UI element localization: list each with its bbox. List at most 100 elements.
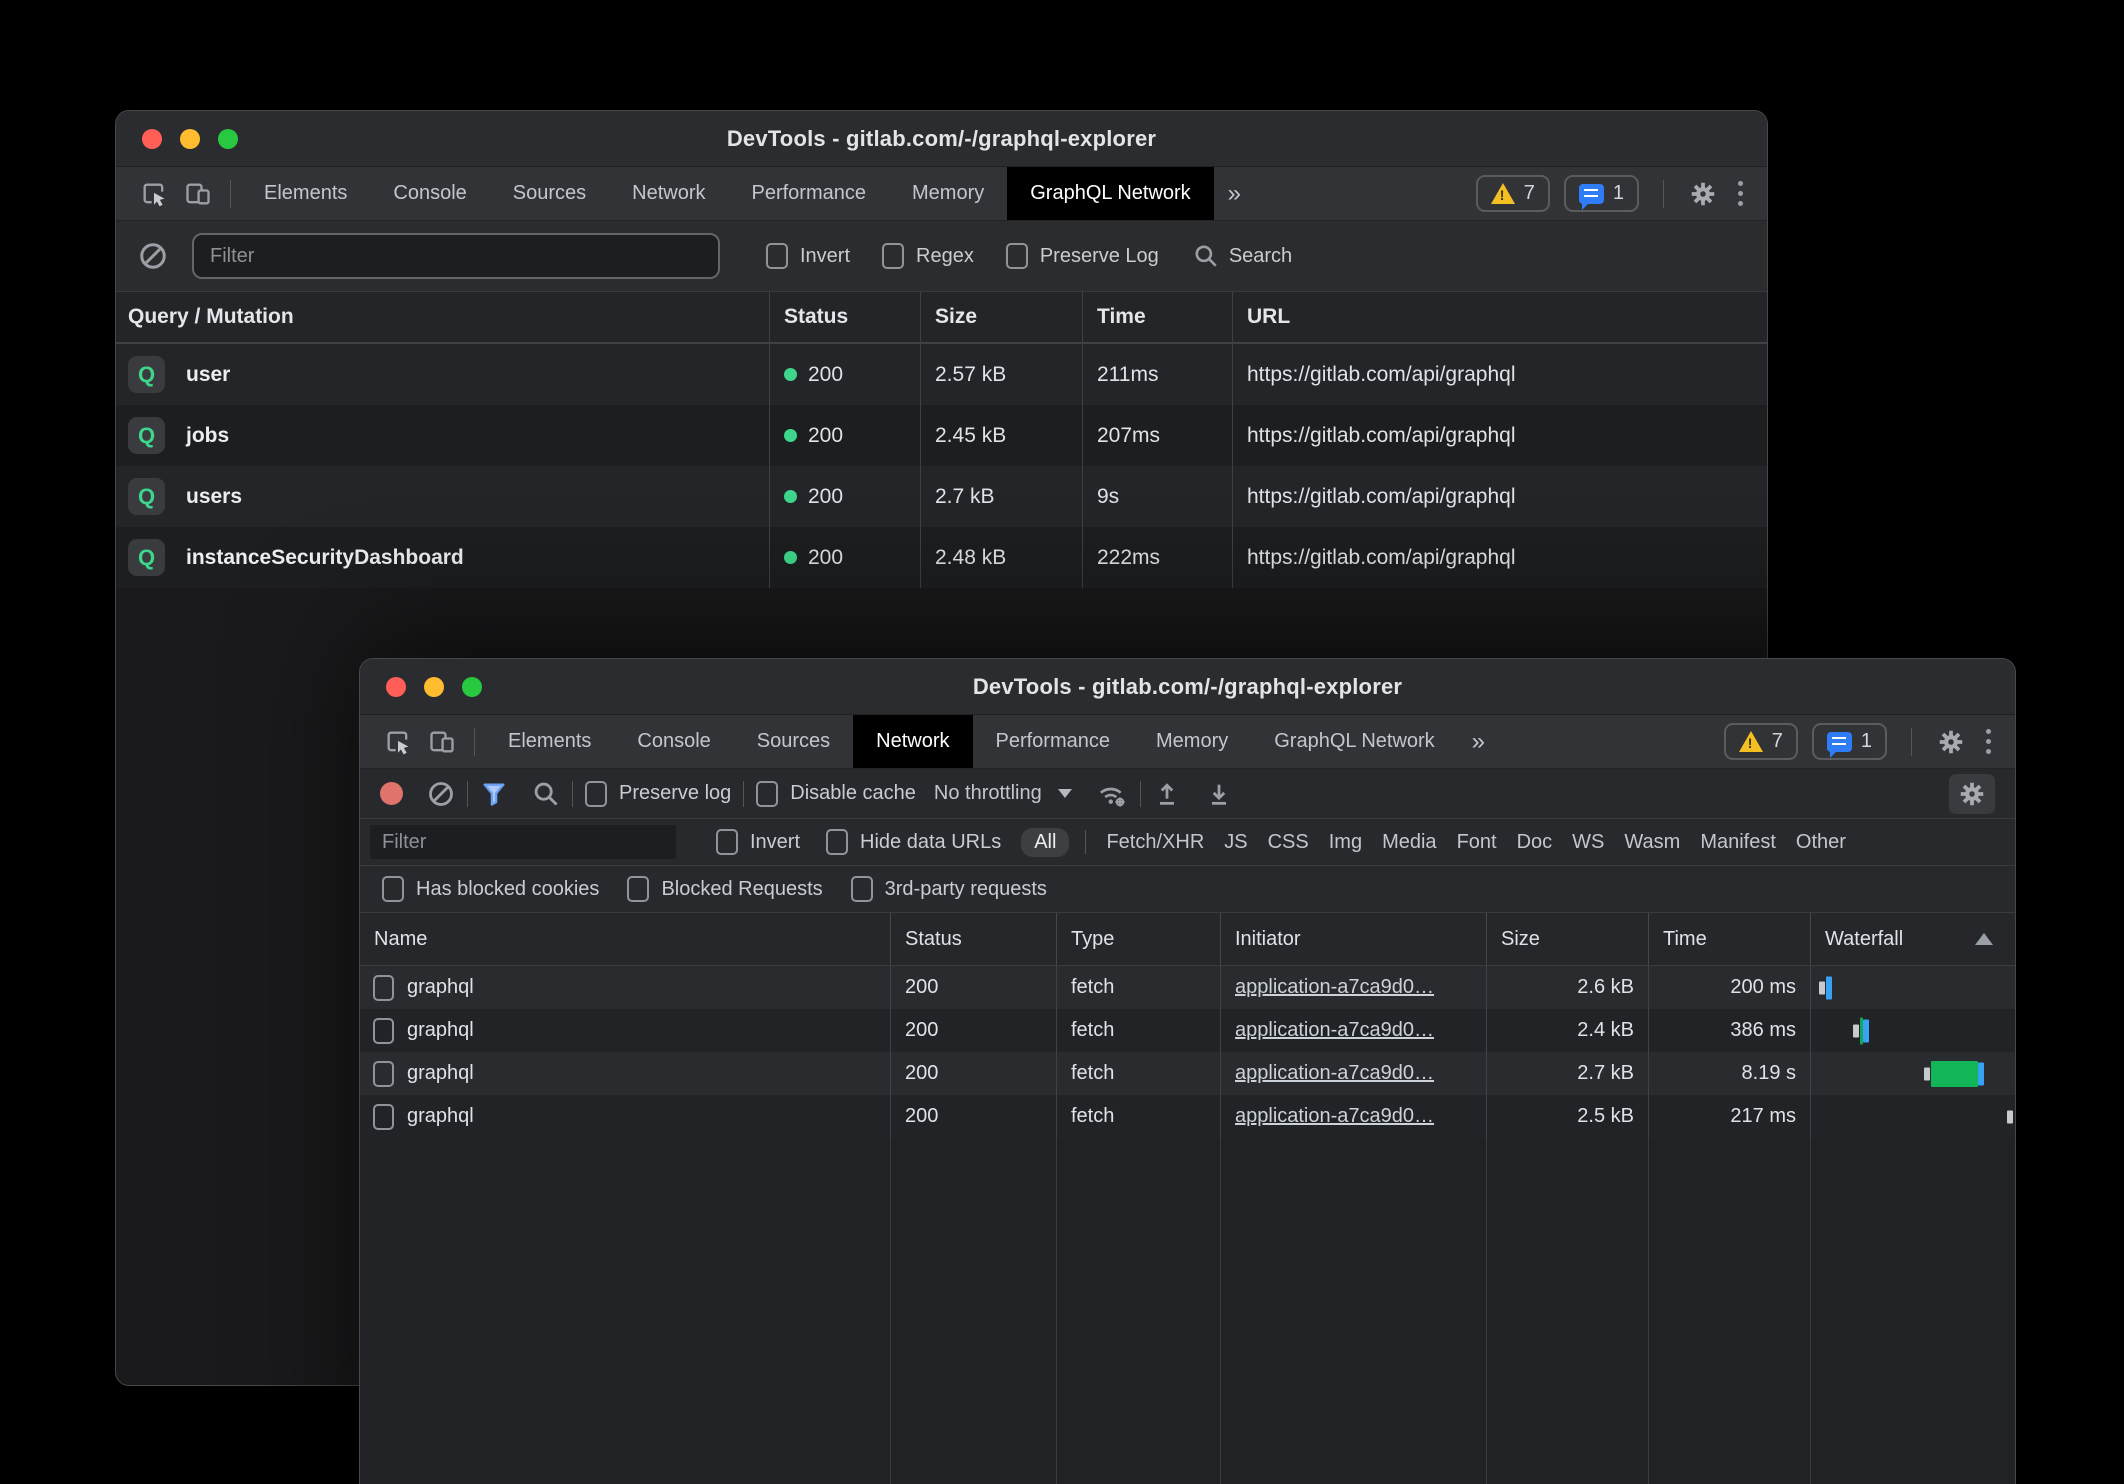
tab-console[interactable]: Console <box>614 715 733 768</box>
close-window-button[interactable] <box>142 129 162 149</box>
minimize-window-button[interactable] <box>180 129 200 149</box>
tab-sources[interactable]: Sources <box>490 167 609 220</box>
hide-data-urls-checkbox[interactable] <box>826 829 848 855</box>
regex-checkbox-group[interactable]: Regex <box>882 243 974 269</box>
third-party-requests-checkbox-group[interactable]: 3rd-party requests <box>851 876 1047 902</box>
titlebar[interactable]: DevTools - gitlab.com/-/graphql-explorer <box>116 111 1767 167</box>
invert-checkbox[interactable] <box>766 243 788 269</box>
column-waterfall[interactable]: Waterfall <box>1811 913 2015 965</box>
row-checkbox[interactable] <box>373 1104 394 1130</box>
row-checkbox[interactable] <box>373 1061 394 1087</box>
table-row[interactable]: graphql 200 fetch application-a7ca9d0… 2… <box>360 1009 2015 1052</box>
warnings-badge[interactable]: 7 <box>1724 723 1798 760</box>
column-time[interactable]: Time <box>1649 913 1811 965</box>
titlebar[interactable]: DevTools - gitlab.com/-/graphql-explorer <box>360 659 2015 715</box>
table-row[interactable]: graphql 200 fetch application-a7ca9d0… 2… <box>360 1052 2015 1095</box>
initiator-link[interactable]: application-a7ca9d0… <box>1235 1105 1434 1128</box>
column-size[interactable]: Size <box>921 292 1083 342</box>
tab-network[interactable]: Network <box>609 167 728 220</box>
inspect-element-icon[interactable] <box>376 715 420 768</box>
more-tabs-icon[interactable]: » <box>1458 715 1499 768</box>
type-filter-wasm[interactable]: Wasm <box>1624 831 1680 854</box>
hide-data-urls-checkbox-group[interactable]: Hide data URLs <box>826 829 1001 855</box>
filter-input[interactable] <box>370 825 676 859</box>
column-status[interactable]: Status <box>770 292 921 342</box>
disable-cache-checkbox-group[interactable]: Disable cache <box>756 781 916 807</box>
has-blocked-cookies-checkbox[interactable] <box>382 876 404 902</box>
tab-elements[interactable]: Elements <box>485 715 614 768</box>
column-size[interactable]: Size <box>1487 913 1649 965</box>
column-url[interactable]: URL <box>1233 292 1767 342</box>
type-filter-img[interactable]: Img <box>1329 831 1362 854</box>
search-control[interactable]: Search <box>1193 243 1292 269</box>
tab-graphql-network[interactable]: GraphQL Network <box>1251 715 1457 768</box>
tab-elements[interactable]: Elements <box>241 167 370 220</box>
table-row[interactable]: graphql 200 fetch application-a7ca9d0… 2… <box>360 1095 2015 1138</box>
regex-checkbox[interactable] <box>882 243 904 269</box>
tab-graphql-network[interactable]: GraphQL Network <box>1007 167 1213 220</box>
network-settings-button[interactable] <box>1949 774 1995 814</box>
filter-funnel-icon[interactable] <box>480 780 508 808</box>
type-filter-font[interactable]: Font <box>1457 831 1497 854</box>
row-checkbox[interactable] <box>373 1018 394 1044</box>
initiator-link[interactable]: application-a7ca9d0… <box>1235 976 1434 999</box>
tab-console[interactable]: Console <box>370 167 489 220</box>
tab-performance[interactable]: Performance <box>973 715 1134 768</box>
issues-badge[interactable]: 1 <box>1812 723 1887 760</box>
column-initiator[interactable]: Initiator <box>1221 913 1487 965</box>
more-tabs-icon[interactable]: » <box>1214 167 1255 220</box>
table-row[interactable]: graphql 200 fetch application-a7ca9d0… 2… <box>360 966 2015 1009</box>
zoom-window-button[interactable] <box>462 677 482 697</box>
type-filter-manifest[interactable]: Manifest <box>1700 831 1776 854</box>
settings-gear-icon[interactable] <box>1936 727 1966 757</box>
device-toolbar-icon[interactable] <box>176 167 220 220</box>
warnings-badge[interactable]: 7 <box>1476 175 1550 212</box>
clear-icon[interactable] <box>427 780 455 808</box>
filter-input[interactable] <box>192 233 720 279</box>
settings-gear-icon[interactable] <box>1688 179 1718 209</box>
type-filter-fetch-xhr[interactable]: Fetch/XHR <box>1106 831 1204 854</box>
kebab-menu-icon[interactable] <box>1732 181 1749 206</box>
blocked-requests-checkbox[interactable] <box>627 876 649 902</box>
column-type[interactable]: Type <box>1057 913 1221 965</box>
type-filter-other[interactable]: Other <box>1796 831 1846 854</box>
column-name[interactable]: Name <box>360 913 891 965</box>
third-party-requests-checkbox[interactable] <box>851 876 873 902</box>
close-window-button[interactable] <box>386 677 406 697</box>
tab-memory[interactable]: Memory <box>889 167 1007 220</box>
type-filter-media[interactable]: Media <box>1382 831 1436 854</box>
column-time[interactable]: Time <box>1083 292 1233 342</box>
tab-memory[interactable]: Memory <box>1133 715 1251 768</box>
issues-badge[interactable]: 1 <box>1564 175 1639 212</box>
inspect-element-icon[interactable] <box>132 167 176 220</box>
table-row[interactable]: Qusers 200 2.7 kB 9s https://gitlab.com/… <box>116 466 1767 527</box>
preserve-log-checkbox-group[interactable]: Preserve log <box>585 781 731 807</box>
search-icon[interactable] <box>532 780 560 808</box>
table-row[interactable]: Quser 200 2.57 kB 211ms https://gitlab.c… <box>116 344 1767 405</box>
tab-sources[interactable]: Sources <box>734 715 853 768</box>
tab-performance[interactable]: Performance <box>729 167 890 220</box>
type-filter-js[interactable]: JS <box>1224 831 1247 854</box>
kebab-menu-icon[interactable] <box>1980 729 1997 754</box>
minimize-window-button[interactable] <box>424 677 444 697</box>
type-filter-all[interactable]: All <box>1021 828 1069 857</box>
export-har-icon[interactable] <box>1205 780 1233 808</box>
disable-cache-checkbox[interactable] <box>756 781 778 807</box>
table-row[interactable]: Qjobs 200 2.45 kB 207ms https://gitlab.c… <box>116 405 1767 466</box>
column-query-mutation[interactable]: Query / Mutation <box>116 292 770 342</box>
import-har-icon[interactable] <box>1153 780 1181 808</box>
device-toolbar-icon[interactable] <box>420 715 464 768</box>
throttling-dropdown[interactable]: No throttling <box>934 782 1072 805</box>
zoom-window-button[interactable] <box>218 129 238 149</box>
type-filter-ws[interactable]: WS <box>1572 831 1604 854</box>
preserve-log-checkbox-group[interactable]: Preserve Log <box>1006 243 1159 269</box>
has-blocked-cookies-checkbox-group[interactable]: Has blocked cookies <box>382 876 599 902</box>
record-button[interactable] <box>380 782 403 805</box>
type-filter-css[interactable]: CSS <box>1268 831 1309 854</box>
preserve-log-checkbox[interactable] <box>1006 243 1028 269</box>
row-checkbox[interactable] <box>373 975 394 1001</box>
invert-checkbox[interactable] <box>716 829 738 855</box>
initiator-link[interactable]: application-a7ca9d0… <box>1235 1062 1434 1085</box>
tab-network[interactable]: Network <box>853 715 972 768</box>
network-conditions-icon[interactable] <box>1096 779 1128 809</box>
